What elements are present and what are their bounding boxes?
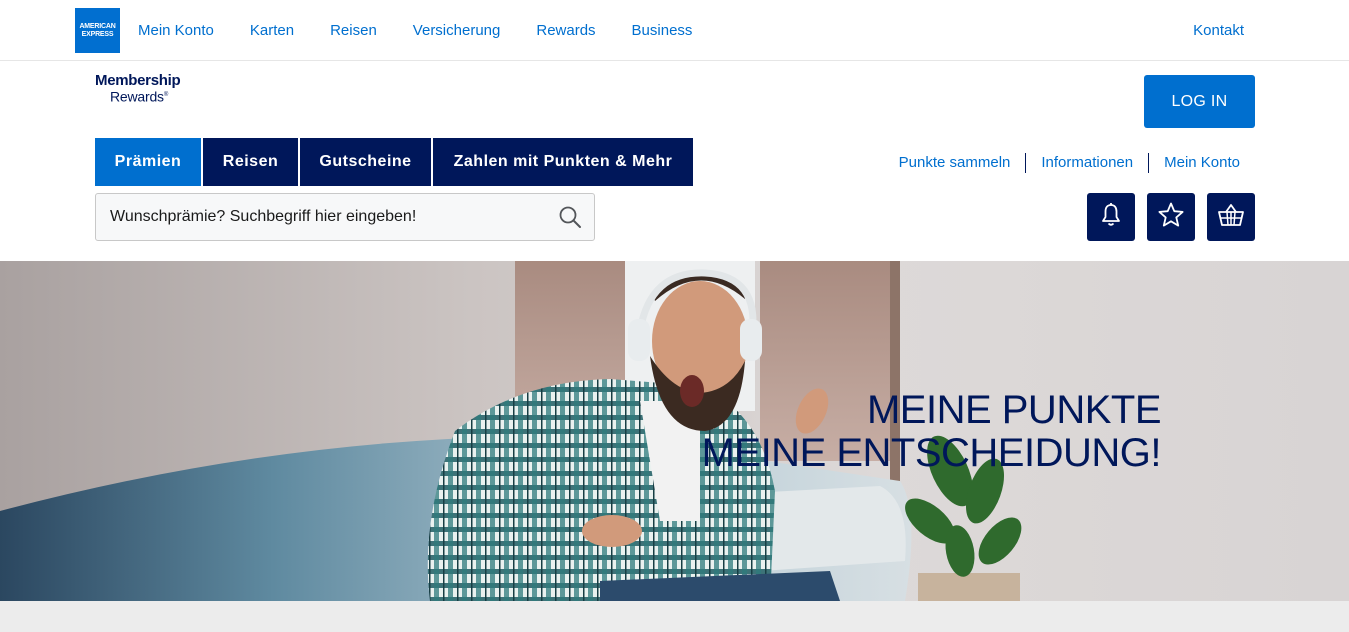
tab-reisen[interactable]: Reisen [203,138,298,186]
global-nav-karten[interactable]: Karten [250,22,294,39]
favorites-button[interactable] [1147,193,1195,241]
tab-praemien[interactable]: Prämien [95,138,201,186]
registered-mark: ® [163,92,169,98]
global-nav-rewards[interactable]: Rewards [536,22,595,39]
login-button[interactable]: LOG IN [1144,75,1255,128]
hero-line-2: MEINE ENTSCHEIDUNG! [701,431,1162,475]
search-box [95,193,595,241]
category-tabs: Prämien Reisen Gutscheine Zahlen mit Pun… [95,138,695,186]
american-express-logo[interactable]: AMERICAN EXPRESS [75,8,120,53]
global-nav-mein-konto[interactable]: Mein Konto [138,22,214,39]
bell-icon [1099,202,1123,233]
global-nav-versicherung[interactable]: Versicherung [413,22,501,39]
global-nav-business[interactable]: Business [632,22,693,39]
basket-icon [1217,202,1245,233]
basket-button[interactable] [1207,193,1255,241]
logo-rewards-text: Rewards® [110,88,180,105]
logo-text-line1: AMERICAN [79,22,116,30]
logo-rewards-word: Rewards [110,88,164,105]
hero-line-1: MEINE PUNKTE [866,388,1162,432]
link-mein-konto[interactable]: Mein Konto [1149,154,1255,171]
search-icon[interactable] [558,205,582,229]
global-header: AMERICAN EXPRESS Mein Konto Karten Reise… [0,0,1349,61]
notifications-button[interactable] [1087,193,1135,241]
tab-zahlen-mit-punkten[interactable]: Zahlen mit Punkten & Mehr [433,138,693,186]
global-nav: Mein Konto Karten Reisen Versicherung Re… [120,0,710,61]
link-punkte-sammeln[interactable]: Punkte sammeln [884,154,1026,171]
logo-text-line2: EXPRESS [81,30,114,38]
utility-links: Punkte sammeln Informationen Mein Konto [884,152,1255,173]
contact-link[interactable]: Kontakt [1193,22,1244,39]
global-nav-reisen[interactable]: Reisen [330,22,377,39]
search-input[interactable] [110,194,550,240]
logo-membership-text: Membership [95,72,181,89]
star-icon [1157,201,1185,234]
hero-banner[interactable]: MEINE PUNKTE MEINE ENTSCHEIDUNG! [0,261,1349,601]
link-informationen[interactable]: Informationen [1026,154,1148,171]
hero-headline: MEINE PUNKTE MEINE ENTSCHEIDUNG! [701,388,1162,475]
membership-rewards-logo[interactable]: Membership Rewards® [95,72,181,105]
tab-gutscheine[interactable]: Gutscheine [300,138,431,186]
content-band [0,601,1349,632]
